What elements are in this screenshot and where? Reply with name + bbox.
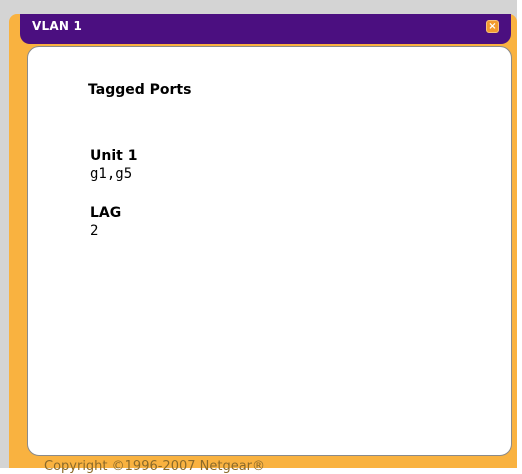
copyright-text: Copyright ©1996-2007 Netgear® bbox=[44, 459, 266, 474]
group-label-unit: Unit 1 bbox=[90, 148, 138, 164]
right-margin bbox=[517, 0, 522, 468]
title-bar bbox=[20, 14, 511, 44]
group-value-lag: 2 bbox=[90, 223, 99, 239]
group-label-lag: LAG bbox=[90, 205, 122, 221]
window-title: VLAN 1 bbox=[32, 19, 82, 33]
content-area bbox=[27, 46, 512, 456]
group-value-unit: g1,g5 bbox=[90, 166, 133, 182]
section-title: Tagged Ports bbox=[88, 82, 192, 98]
close-icon[interactable]: × bbox=[486, 20, 499, 33]
